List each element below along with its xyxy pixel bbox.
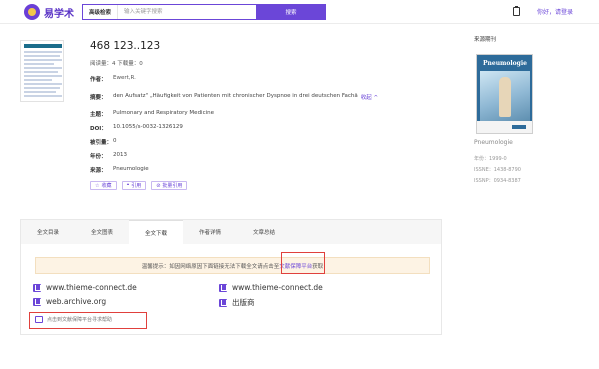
download-link[interactable]: web.archive.org [33, 297, 106, 306]
download-link[interactable]: www.thieme-connect.de [33, 283, 137, 292]
tab-bar: 全文目录 全文图表 全文下载 作者详情 文章总结 [21, 220, 441, 244]
collapse-toggle[interactable]: 收起 ^ [361, 93, 378, 101]
field-topic: 主题： Pulmonary and Respiratory Medicine [90, 110, 215, 118]
field-doi: DOI： 10.1055/s-0032-1326129 [90, 124, 183, 132]
search-bar: 高级检索 搜索 [82, 4, 326, 20]
quote-icon: ❝ [126, 182, 130, 189]
tab-toc[interactable]: 全文目录 [21, 220, 75, 244]
source-name[interactable]: Pneumologie [474, 139, 513, 146]
star-icon: ☆ [95, 182, 100, 189]
search-button[interactable]: 搜索 [256, 4, 326, 20]
download-link[interactable]: www.thieme-connect.de [219, 283, 323, 292]
top-bar: 易学术 高级检索 搜索 你好，请登录 [0, 0, 599, 24]
download-icon [33, 297, 41, 306]
field-source: 来源： Pneumologie [90, 166, 149, 174]
batch-cite-button[interactable]: ⊘ 批量引用 [151, 181, 188, 190]
tab-figures[interactable]: 全文图表 [75, 220, 129, 244]
highlight-box [29, 312, 147, 329]
search-input[interactable] [118, 5, 256, 19]
source-heading: 来源期刊 [474, 37, 497, 43]
source-year: 年份：1999-0 [474, 156, 507, 162]
field-author: 作者： Ewert,R. [90, 75, 136, 83]
tab-download[interactable]: 全文下载 [129, 220, 183, 244]
journal-cover[interactable]: Pneumologie [476, 54, 533, 134]
source-issnp: ISSNP：0934-8387 [474, 178, 521, 184]
article-actions: ☆ 收藏 ❝ 引用 ⊘ 批量引用 [90, 181, 188, 190]
article-thumbnail[interactable] [20, 40, 64, 102]
batch-icon: ⊘ [156, 182, 161, 189]
download-icon [33, 283, 41, 292]
notice-banner: 温馨提示：如因网络原因下面链接无法下载全文请点击至 文献保障平台 获取 [35, 257, 430, 274]
tab-summary[interactable]: 文章总结 [237, 220, 291, 244]
logo-icon [24, 4, 40, 20]
highlight-box [281, 252, 325, 274]
logo[interactable]: 易学术 [24, 4, 74, 20]
cite-button[interactable]: ❝ 引用 [121, 181, 147, 190]
logo-text: 易学术 [44, 8, 74, 20]
download-link[interactable]: 出版商 [219, 297, 255, 308]
journal-cover-title: Pneumologie [483, 60, 527, 67]
source-issne: ISSNE：1438-8790 [474, 167, 521, 173]
field-year: 年份： 2013 [90, 152, 127, 160]
field-abstract: 摘要： den Aufsatz" „Häufigkeit von Patient… [90, 93, 379, 101]
login-link[interactable]: 你好，请登录 [537, 7, 573, 16]
fulltext-panel: 全文目录 全文图表 全文下载 作者详情 文章总结 温馨提示：如因网络原因下面链接… [20, 219, 442, 335]
article-title: 468 123..123 [90, 40, 161, 52]
author-link[interactable]: Ewert,R. [113, 75, 136, 83]
search-mode-select[interactable]: 高级检索 [83, 5, 119, 19]
download-icon [219, 298, 227, 307]
download-icon [219, 283, 227, 292]
clipboard-icon[interactable] [513, 6, 520, 16]
tab-author[interactable]: 作者详情 [183, 220, 237, 244]
favorite-button[interactable]: ☆ 收藏 [90, 181, 117, 190]
article-stats: 阅读量：4 下载量：0 [90, 61, 143, 67]
field-citations: 被引量： 0 [90, 138, 117, 146]
